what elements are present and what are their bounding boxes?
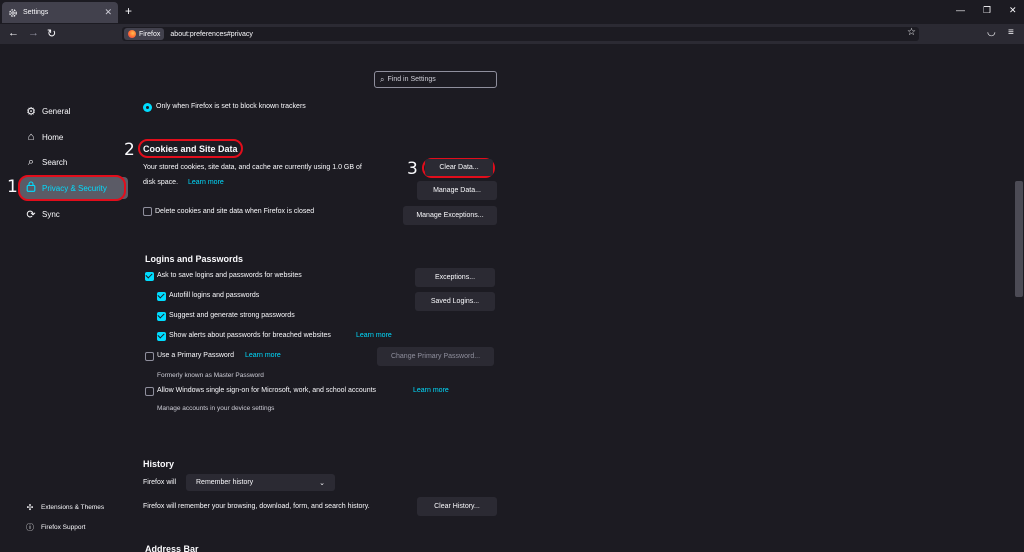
suggest-passwords-label: Suggest and generate strong passwords bbox=[169, 312, 295, 319]
back-icon[interactable]: ← bbox=[8, 27, 19, 39]
identity-label: Firefox bbox=[139, 30, 161, 38]
primary-password-label: Use a Primary Password bbox=[157, 352, 235, 359]
history-will-label: Firefox will bbox=[143, 479, 177, 486]
gear-icon: ⚙ bbox=[26, 105, 36, 118]
sidebar-item-label: Sync bbox=[42, 209, 60, 219]
tab-bar: Settings ✕ + — ❐ ✕ bbox=[0, 0, 1024, 24]
find-in-settings-input[interactable]: ⌕ Find in Settings bbox=[374, 71, 497, 88]
sso-note: Manage accounts in your device settings bbox=[157, 405, 275, 412]
breach-alerts-label: Show alerts about passwords for breached… bbox=[169, 332, 331, 339]
puzzle-icon: ✣ bbox=[26, 503, 34, 512]
primary-learn-more-link[interactable]: Learn more bbox=[245, 352, 281, 359]
history-heading: History bbox=[143, 459, 175, 469]
history-description: Firefox will remember your browsing, dow… bbox=[143, 503, 370, 510]
primary-password-checkbox[interactable] bbox=[145, 352, 154, 361]
history-mode-select[interactable]: Remember history ⌄ bbox=[186, 474, 335, 491]
annotation-number: 1 bbox=[7, 177, 18, 197]
search-icon: ⌕ bbox=[27, 155, 35, 168]
sidebar-item-label: General bbox=[42, 106, 71, 116]
firefox-support-link[interactable]: ⓘ Firefox Support bbox=[24, 522, 85, 533]
saved-logins-button[interactable]: Saved Logins... bbox=[415, 292, 495, 311]
annotation-highlight bbox=[18, 175, 126, 201]
suggest-passwords-checkbox[interactable] bbox=[157, 312, 166, 321]
tab-settings[interactable]: Settings ✕ bbox=[2, 2, 118, 23]
identity-box[interactable]: Firefox bbox=[124, 28, 165, 40]
sso-learn-more-link[interactable]: Learn more bbox=[413, 387, 449, 394]
ask-save-label: Ask to save logins and passwords for web… bbox=[157, 272, 302, 279]
annotation-number: 3 bbox=[407, 159, 418, 179]
cookies-description: Your stored cookies, site data, and cach… bbox=[143, 164, 362, 171]
windows-sso-checkbox[interactable] bbox=[145, 387, 154, 396]
autofill-checkbox[interactable] bbox=[157, 292, 166, 301]
windows-sso-label: Allow Windows single sign-on for Microso… bbox=[157, 387, 377, 394]
delete-cookies-checkbox[interactable] bbox=[143, 207, 152, 216]
annotation-number: 2 bbox=[124, 140, 135, 160]
sidebar-item-home[interactable]: ⌂ Home bbox=[20, 126, 128, 148]
menu-icon[interactable]: ≡ bbox=[1008, 27, 1014, 38]
url-bar[interactable]: Firefox about:preferences#privacy ☆ bbox=[122, 27, 919, 41]
cookies-description-2: disk space. bbox=[143, 179, 179, 186]
extensions-themes-link[interactable]: ✣ Extensions & Themes bbox=[24, 503, 104, 512]
forward-icon[interactable]: → bbox=[28, 27, 39, 39]
logins-exceptions-button[interactable]: Exceptions... bbox=[415, 268, 495, 287]
history-mode-value: Remember history bbox=[196, 479, 254, 486]
minimize-icon[interactable]: — bbox=[956, 5, 965, 15]
clear-history-button[interactable]: Clear History... bbox=[417, 497, 497, 516]
sidebar-item-search[interactable]: ⌕ Search bbox=[20, 151, 128, 173]
logins-heading: Logins and Passwords bbox=[145, 254, 244, 264]
close-window-icon[interactable]: ✕ bbox=[1009, 5, 1017, 16]
change-primary-password-button[interactable]: Change Primary Password... bbox=[377, 347, 494, 366]
cookies-learn-more-link[interactable]: Learn more bbox=[188, 179, 224, 186]
close-tab-icon[interactable]: ✕ bbox=[104, 7, 112, 18]
sync-icon: ⟳ bbox=[26, 208, 36, 221]
nav-bar: ← → ↻ Firefox about:preferences#privacy … bbox=[0, 24, 1024, 44]
sidebar-item-sync[interactable]: ⟳ Sync bbox=[20, 203, 128, 225]
scrollbar-track[interactable] bbox=[1014, 44, 1024, 552]
manage-data-button[interactable]: Manage Data... bbox=[417, 181, 497, 200]
support-label: Firefox Support bbox=[41, 524, 86, 531]
cookies-heading: Cookies and Site Data bbox=[143, 144, 238, 154]
breach-learn-more-link[interactable]: Learn more bbox=[356, 332, 392, 339]
sidebar-item-label: Search bbox=[42, 157, 68, 167]
restore-icon[interactable]: ❐ bbox=[983, 5, 991, 16]
sidebar-item-label: Home bbox=[42, 132, 64, 142]
autofill-label: Autofill logins and passwords bbox=[169, 292, 260, 299]
settings-page: ⌕ Find in Settings ⚙ General ⌂ Home ⌕ Se… bbox=[0, 44, 1014, 552]
reload-icon[interactable]: ↻ bbox=[47, 27, 56, 40]
find-placeholder: Find in Settings bbox=[387, 76, 436, 83]
clear-data-button[interactable]: Clear Data... bbox=[425, 159, 493, 176]
tab-title: Settings bbox=[23, 9, 49, 16]
tracking-radio[interactable] bbox=[143, 103, 152, 112]
manage-exceptions-button[interactable]: Manage Exceptions... bbox=[403, 206, 497, 225]
ask-save-checkbox[interactable] bbox=[145, 272, 154, 281]
firefox-logo-icon bbox=[128, 30, 136, 38]
pocket-icon[interactable]: ◡ bbox=[987, 27, 996, 38]
address-bar-heading: Address Bar bbox=[145, 544, 199, 552]
new-tab-button[interactable]: + bbox=[125, 4, 132, 18]
home-icon: ⌂ bbox=[27, 131, 35, 143]
chevron-down-icon: ⌄ bbox=[319, 479, 325, 487]
search-icon: ⌕ bbox=[380, 74, 385, 84]
gear-icon bbox=[8, 8, 18, 18]
delete-cookies-label: Delete cookies and site data when Firefo… bbox=[155, 208, 315, 215]
sidebar-item-general[interactable]: ⚙ General bbox=[20, 100, 128, 122]
scrollbar-thumb[interactable] bbox=[1015, 181, 1023, 297]
tracking-radio-label: Only when Firefox is set to block known … bbox=[156, 103, 306, 110]
url-text[interactable]: about:preferences#privacy bbox=[170, 31, 253, 38]
bookmark-star-icon[interactable]: ☆ bbox=[907, 27, 916, 38]
help-icon: ⓘ bbox=[26, 523, 34, 532]
formerly-note: Formerly known as Master Password bbox=[157, 372, 264, 379]
breach-alerts-checkbox[interactable] bbox=[157, 332, 166, 341]
extensions-label: Extensions & Themes bbox=[41, 504, 105, 511]
